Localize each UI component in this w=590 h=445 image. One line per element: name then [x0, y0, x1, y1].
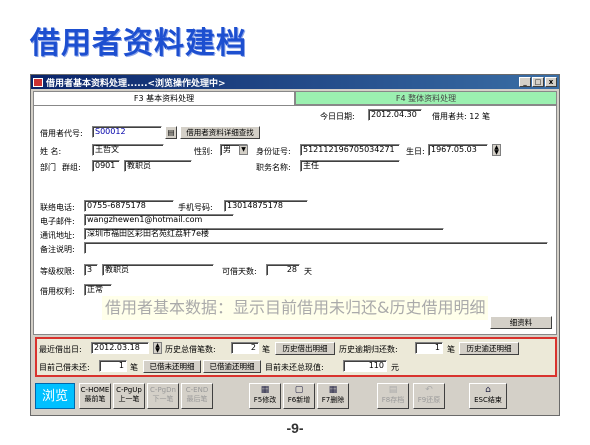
new-label: F6新增	[287, 396, 311, 404]
minimize-button[interactable]: _	[519, 77, 531, 87]
borrower-code-field[interactable]: S00012	[92, 126, 162, 138]
address-label: 通讯地址:	[40, 231, 75, 240]
edit-label: F5修改	[253, 396, 277, 404]
tab-bar: F3 基本资料处理 F4 整体资料处理	[33, 91, 557, 105]
today-field: 2012.04.30	[368, 109, 422, 121]
record-count: 借用者共: 12 笔	[432, 112, 490, 121]
days-label: 可借天数:	[222, 267, 257, 276]
birthday-label: 生日:	[406, 147, 425, 156]
days-field[interactable]: 28	[266, 264, 300, 276]
total-field: 2	[231, 342, 259, 354]
rights-label: 借用权利:	[40, 287, 75, 296]
detail-search-button[interactable]: 借用者资料详细查找	[180, 126, 260, 139]
undo-button[interactable]: ↶ F9还原	[413, 383, 445, 409]
rights-field: 正常	[84, 284, 112, 296]
exit-icon: ⌂	[485, 385, 491, 395]
address-field[interactable]: 深圳市福田区彩田名苑红荔轩7e楼	[84, 228, 444, 240]
birthday-spinner[interactable]: ▲ ▼	[492, 144, 501, 156]
name-label: 姓 名:	[40, 147, 62, 156]
save-icon: ▤	[388, 385, 398, 395]
value-unit: 元	[391, 363, 399, 372]
slide: 借用者资料建档 借用者基本资料处理......<浏览操作处理中> _ □ x F…	[0, 0, 590, 445]
exit-label: ESC结束	[474, 396, 502, 404]
gender-label: 性别:	[194, 147, 213, 156]
edit-icon: ▦	[260, 385, 270, 395]
mobile-label: 手机号码:	[178, 203, 213, 212]
group-name-field: 教职员	[124, 160, 192, 172]
email-label: 电子邮件:	[40, 217, 75, 226]
first-record-button[interactable]: C-HOME 最前笔	[79, 383, 111, 409]
delete-icon: ▦	[328, 385, 338, 395]
remark-label: 备注说明:	[40, 245, 75, 254]
total-label: 历史总借笔数:	[165, 345, 216, 354]
level-label: 等级权限:	[40, 267, 75, 276]
name-field[interactable]: 王哲文	[92, 144, 164, 156]
level-name-field: 教职员	[102, 264, 214, 276]
more-detail-button[interactable]: 细资料	[490, 316, 552, 329]
tab-basic[interactable]: F3 基本资料处理	[33, 91, 295, 105]
new-icon: ▢	[294, 385, 304, 395]
mobile-field[interactable]: 13014875178	[224, 200, 308, 212]
new-button[interactable]: ▢ F6新增	[283, 383, 315, 409]
value-label: 目前未还总现值:	[265, 363, 324, 372]
phone-label: 联络电话:	[40, 203, 75, 212]
prev-record-button[interactable]: C-PgUp 上一笔	[113, 383, 145, 409]
delete-button[interactable]: ▦ F7删除	[317, 383, 349, 409]
today-label: 今日日期:	[320, 112, 355, 121]
mode-indicator: 浏览	[35, 383, 75, 409]
next-record-button[interactable]: C-PgDn 下一笔	[147, 383, 179, 409]
edit-button[interactable]: ▦ F5修改	[249, 383, 281, 409]
app-icon	[33, 77, 43, 87]
remark-field[interactable]	[84, 242, 548, 254]
undo-icon: ↶	[425, 385, 433, 395]
window-title: 借用者基本资料处理......<浏览操作处理中>	[46, 78, 226, 89]
level-code-field[interactable]: 3	[84, 264, 98, 276]
save-button[interactable]: ▤ F8存档	[377, 383, 409, 409]
position-field[interactable]: 主任	[300, 160, 400, 172]
exit-button[interactable]: ⌂ ESC结束	[469, 383, 507, 409]
chevron-down-icon[interactable]: ▼	[239, 145, 248, 155]
page-number: -9-	[286, 420, 304, 436]
save-label: F8存档	[381, 396, 405, 404]
borrower-code-label: 借用者代号:	[40, 129, 83, 138]
overdue-label: 历史逾期归还数:	[339, 345, 398, 354]
current-label: 目前己借未还:	[39, 363, 90, 372]
last-date-label: 最近借出日:	[39, 345, 82, 354]
tab-overall[interactable]: F4 整体资料处理	[295, 91, 557, 105]
phone-field[interactable]: 0755-6875178	[84, 200, 174, 212]
dept-label: 部门	[40, 163, 56, 172]
group-label: 群组:	[62, 163, 81, 172]
history-borrow-button[interactable]: 历史借出明细	[275, 342, 335, 355]
position-label: 职务名称:	[256, 163, 291, 172]
current-unreturned-button[interactable]: 已借未还明细	[143, 360, 201, 373]
slide-title: 借用者资料建档	[30, 26, 247, 61]
overdue-unit: 笔	[447, 345, 455, 354]
value-field: 110	[343, 360, 387, 372]
nav-toolbar: 浏览 C-HOME 最前笔 C-PgUp 上一笔 C-PgDn 下一笔 C-EN…	[33, 381, 557, 413]
history-overdue-button[interactable]: 历史逾还明细	[459, 342, 519, 355]
id-label: 身份证号:	[256, 147, 291, 156]
group-code-field[interactable]: 0901	[92, 160, 120, 172]
title-bar: 借用者基本资料处理......<浏览操作处理中> _ □ x	[31, 75, 559, 89]
overdue-field: 1	[415, 342, 443, 354]
email-field[interactable]: wangzhewen1@hotmail.com	[84, 214, 234, 226]
last-record-button[interactable]: C-END 最后笔	[181, 383, 213, 409]
borrow-stats-box: 最近借出日: 2012.03.18 ▲ ▼ 历史总借笔数: 2 笔 历史借出明细 …	[35, 337, 557, 377]
delete-label: F7删除	[321, 396, 345, 404]
current-field: 1	[99, 360, 127, 372]
current-unit: 笔	[130, 363, 138, 372]
last-date-field: 2012.03.18	[91, 342, 149, 354]
current-overdue-button[interactable]: 已借逾还明细	[203, 360, 261, 373]
birthday-field[interactable]: 1967.05.03	[428, 144, 488, 156]
id-field[interactable]: 512112196705034271	[300, 144, 400, 156]
last-date-spinner[interactable]: ▲ ▼	[153, 342, 162, 354]
undo-label: F9还原	[417, 396, 441, 404]
close-button[interactable]: x	[545, 77, 557, 87]
lookup-icon[interactable]: ▤	[165, 126, 177, 139]
app-window: 借用者基本资料处理......<浏览操作处理中> _ □ x F3 基本资料处理…	[30, 74, 560, 416]
total-unit: 笔	[262, 345, 270, 354]
days-unit: 天	[304, 267, 312, 276]
annotation-overlay: 借用者基本数据：显示目前借用未归还&历史借用明细	[102, 296, 489, 320]
maximize-button[interactable]: □	[532, 77, 544, 87]
